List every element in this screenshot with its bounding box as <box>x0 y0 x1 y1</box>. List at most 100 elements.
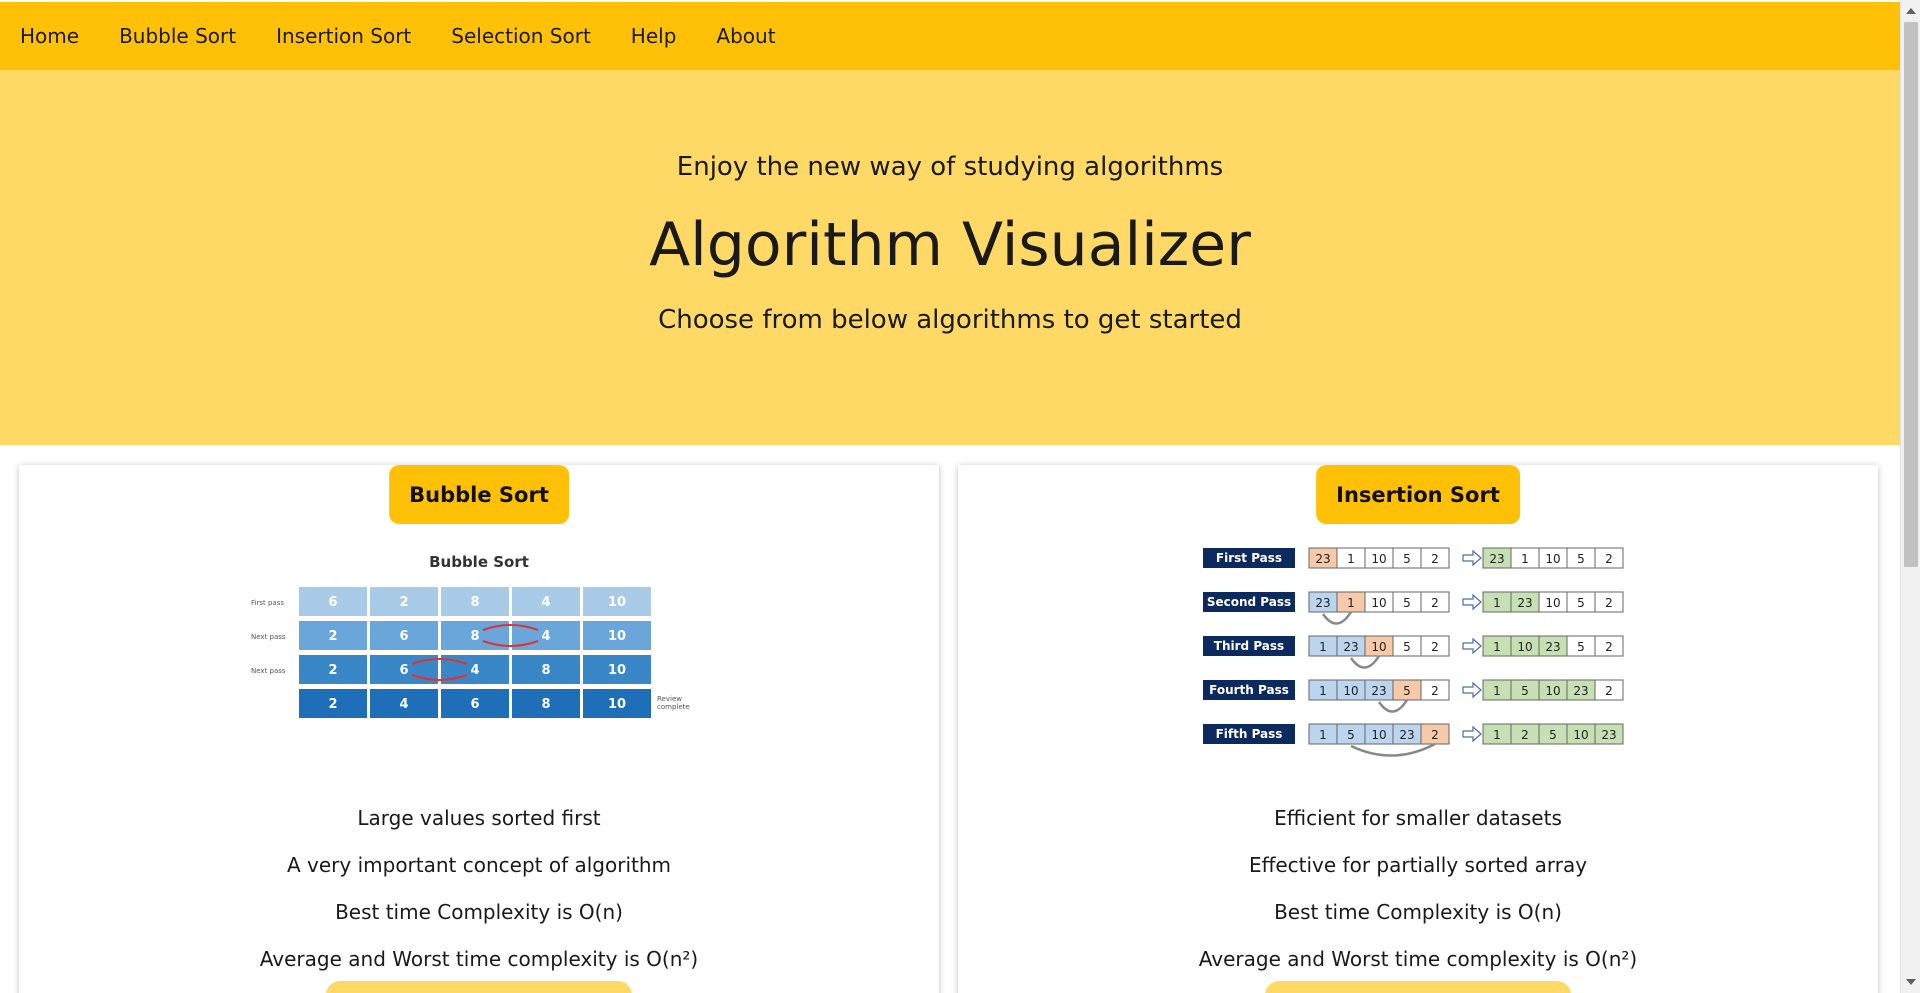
insertion-after-value: 5 <box>1549 728 1557 742</box>
insertion-after-value: 23 <box>1517 596 1532 610</box>
insertion-before-value: 23 <box>1399 728 1414 742</box>
insertion-sort-button[interactable]: Insertion Sort <box>1316 465 1520 524</box>
insertion-before-value: 2 <box>1431 640 1439 654</box>
bubble-cell-value: 2 <box>328 629 337 644</box>
insertion-pass-label: Fourth Pass <box>1209 683 1289 697</box>
insertion-before-value: 5 <box>1347 728 1355 742</box>
bubble-sort-illustration: Bubble Sort First pass 6 2 8 4 10 Next pass 2 6 8… <box>251 553 690 718</box>
insertion-before-value: 10 <box>1371 728 1386 742</box>
bubble-illustration-title: Bubble Sort <box>429 553 529 571</box>
hero-tagline: Enjoy the new way of studying algorithms <box>676 152 1224 182</box>
bubble-cell-value: 6 <box>399 663 408 678</box>
bubble-cell-value: 6 <box>399 629 408 644</box>
nav-insertion-sort-link[interactable]: Insertion Sort <box>276 24 411 48</box>
hero-banner: Enjoy the new way of studying algorithms… <box>0 70 1900 445</box>
insertion-arrow-icon <box>1462 549 1482 567</box>
bubble-sort-button[interactable]: Bubble Sort <box>389 465 569 524</box>
insertion-visualize-button[interactable] <box>1265 981 1571 993</box>
insertion-after-value: 10 <box>1545 596 1560 610</box>
bubble-sort-info: Large values sorted first A very importa… <box>19 795 939 983</box>
bubble-cell-value: 4 <box>541 629 550 644</box>
insertion-after-value: 1 <box>1493 728 1501 742</box>
insertion-shift-arc <box>1350 742 1436 757</box>
insertion-before-value: 5 <box>1403 596 1411 610</box>
insertion-info-line-3: Best time Complexity is O(n) <box>1274 900 1562 924</box>
insertion-arrow-icon <box>1462 637 1482 655</box>
bubble-cell-value: 6 <box>470 697 479 712</box>
insertion-after-value: 10 <box>1545 552 1560 566</box>
scroll-thumb[interactable] <box>1904 22 1918 567</box>
insertion-after-value: 2 <box>1605 684 1613 698</box>
insertion-after-value: 23 <box>1489 552 1504 566</box>
bubble-info-line-1: Large values sorted first <box>357 806 601 830</box>
bubble-visualize-button[interactable] <box>326 981 632 993</box>
insertion-after-value: 2 <box>1605 596 1613 610</box>
nav-about-link[interactable]: About <box>716 24 775 48</box>
insertion-shift-arc <box>1377 699 1409 713</box>
bubble-sort-card: Bubble Sort Bubble Sort First pass 6 2 8 4 10… <box>19 465 939 993</box>
insertion-before-value: 5 <box>1403 640 1411 654</box>
bubble-cell-value: 2 <box>328 697 337 712</box>
bubble-cell-value: 4 <box>399 697 408 712</box>
insertion-after-value: 10 <box>1545 684 1560 698</box>
insertion-after-value: 1 <box>1493 596 1501 610</box>
insertion-before-value: 2 <box>1431 684 1439 698</box>
insertion-before-value: 1 <box>1319 640 1327 654</box>
insertion-pass-label: Fifth Pass <box>1216 727 1283 741</box>
bubble-cell-value: 8 <box>470 629 479 644</box>
insertion-after-value: 5 <box>1521 684 1529 698</box>
bubble-cell-value: 8 <box>541 697 550 712</box>
bubble-cell-value: 10 <box>608 663 626 678</box>
insertion-before-value: 1 <box>1347 596 1355 610</box>
nav-selection-sort-link[interactable]: Selection Sort <box>451 24 591 48</box>
insertion-before-value: 23 <box>1343 640 1358 654</box>
bubble-cell-value: 4 <box>541 595 550 610</box>
insertion-after-value: 1 <box>1521 552 1529 566</box>
bubble-cell-value: 10 <box>608 697 626 712</box>
insertion-info-line-4: Average and Worst time complexity is O(n… <box>1198 947 1638 971</box>
insertion-info-line-2: Effective for partially sorted array <box>1248 853 1588 877</box>
insertion-before-value: 10 <box>1343 684 1358 698</box>
insertion-after-value: 1 <box>1493 640 1501 654</box>
scroll-down-arrow-icon[interactable] <box>1906 979 1916 985</box>
bubble-cell-value: 6 <box>328 595 337 610</box>
bubble-cell-value: 2 <box>328 663 337 678</box>
bubble-info-line-3: Best time Complexity is O(n) <box>335 900 623 924</box>
nav-help-link[interactable]: Help <box>631 24 677 48</box>
bubble-row-label: Next pass <box>251 667 286 675</box>
nav-home-link[interactable]: Home <box>20 24 79 48</box>
insertion-sort-illustration: First Pass 23 1 10 5 2 23 1 10 5 2 Second Pass 23 1 10… <box>1203 547 1624 757</box>
insertion-sort-card: Insertion Sort First Pass 23 1 10 5 2 23 1 10 5 2 S… <box>958 465 1878 993</box>
insertion-sort-info: Efficient for smaller datasets Effective… <box>958 795 1878 983</box>
top-navbar: Home Bubble Sort Insertion Sort Selectio… <box>0 2 1900 70</box>
insertion-after-value: 23 <box>1545 640 1560 654</box>
insertion-after-value: 5 <box>1577 640 1585 654</box>
insertion-pass-label: Third Pass <box>1214 639 1284 653</box>
insertion-after-value: 2 <box>1605 640 1613 654</box>
insertion-before-value: 2 <box>1431 596 1439 610</box>
insertion-shift-arc <box>1349 655 1381 669</box>
hero-title: Algorithm Visualizer <box>649 210 1251 280</box>
insertion-before-value: 2 <box>1431 552 1439 566</box>
scroll-up-arrow-icon[interactable] <box>1906 8 1916 14</box>
insertion-after-value: 10 <box>1573 728 1588 742</box>
bubble-cell-value: 4 <box>470 663 479 678</box>
bubble-info-line-4: Average and Worst time complexity is O(n… <box>259 947 699 971</box>
bubble-row-label: First pass <box>251 599 284 607</box>
nav-bubble-sort-link[interactable]: Bubble Sort <box>119 24 236 48</box>
insertion-arrow-icon <box>1462 681 1482 699</box>
vertical-scrollbar[interactable] <box>1900 0 1920 993</box>
bubble-cell-value: 8 <box>470 595 479 610</box>
insertion-before-value: 23 <box>1315 596 1330 610</box>
insertion-pass-label: Second Pass <box>1207 595 1291 609</box>
insertion-before-value: 5 <box>1403 552 1411 566</box>
insertion-before-value: 2 <box>1431 728 1439 742</box>
insertion-before-value: 10 <box>1371 596 1386 610</box>
bubble-complete-label: Review complete <box>657 695 690 711</box>
bubble-cell-value: 10 <box>608 629 626 644</box>
insertion-before-value: 23 <box>1315 552 1330 566</box>
insertion-after-value: 2 <box>1605 552 1613 566</box>
bubble-cell-value: 8 <box>541 663 550 678</box>
insertion-shift-arc <box>1321 611 1353 625</box>
hero-subtitle: Choose from below algorithms to get star… <box>658 305 1242 335</box>
